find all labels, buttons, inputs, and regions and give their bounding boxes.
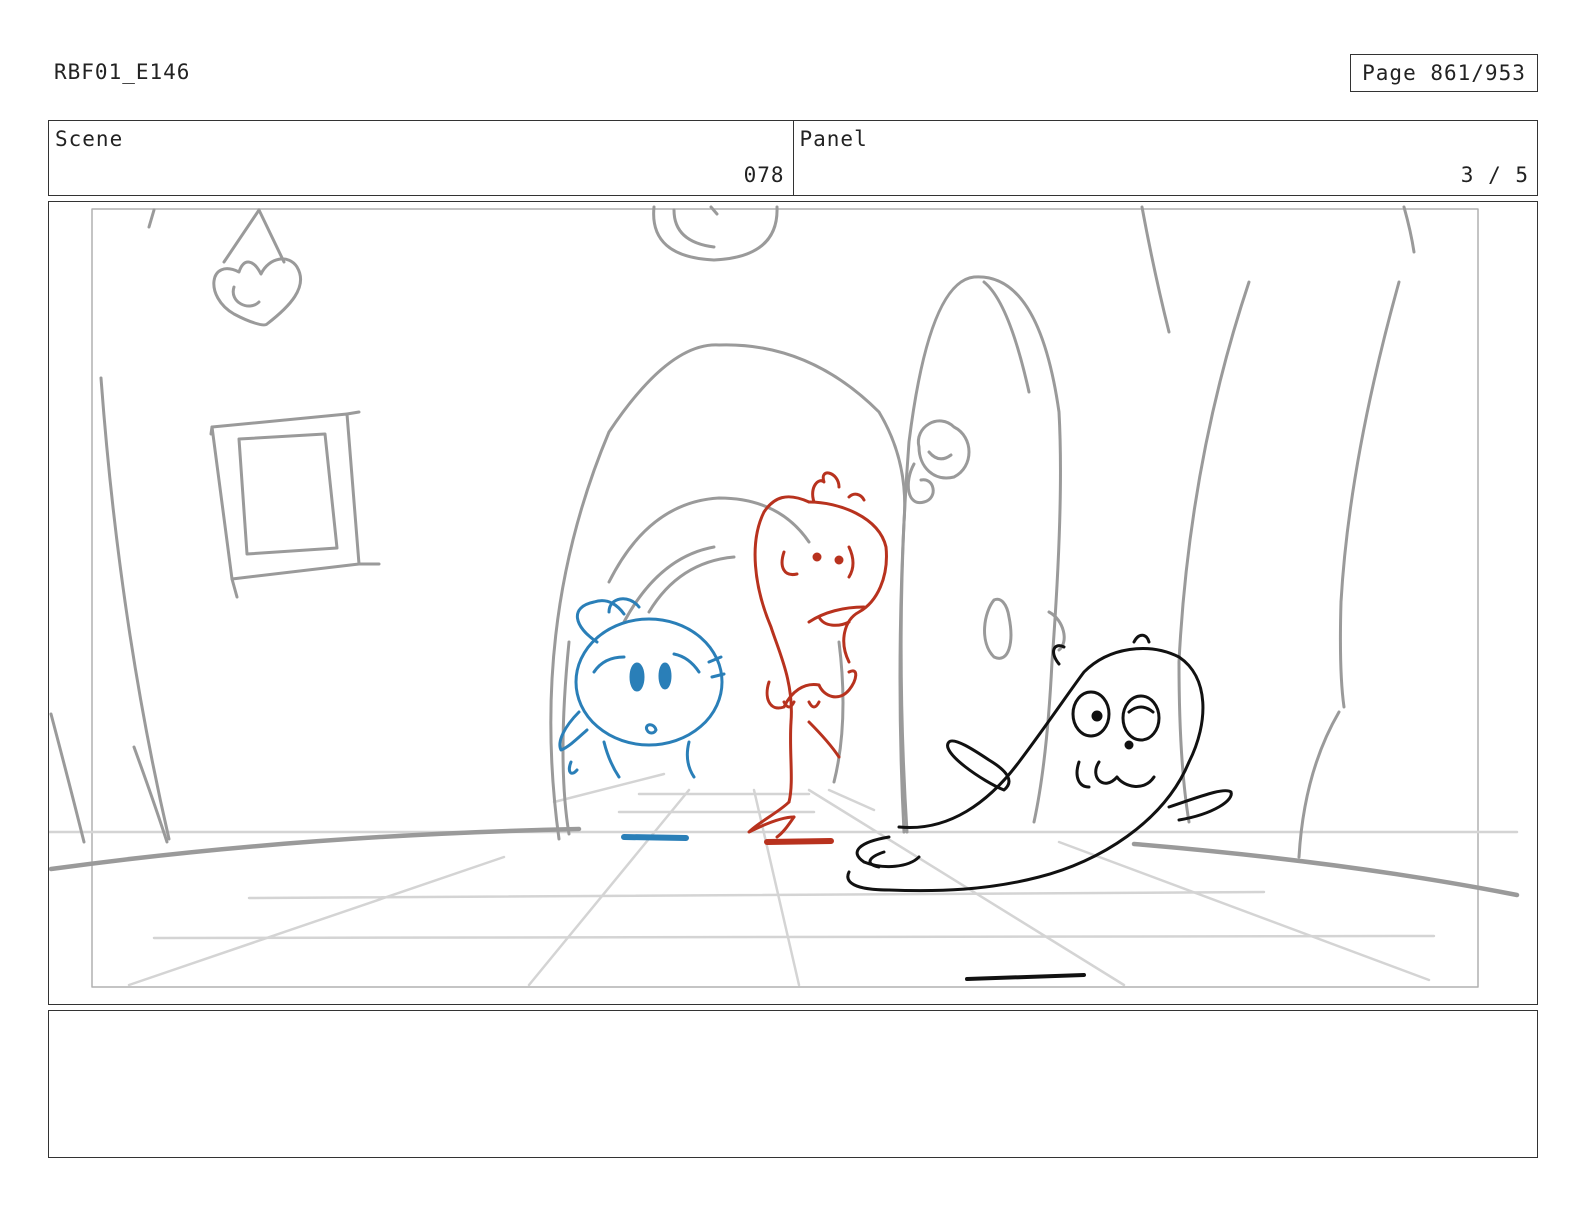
scene-panel-info-row: Scene 078 Panel 3 / 5 xyxy=(48,120,1538,196)
panel-cell: Panel 3 / 5 xyxy=(792,121,1538,195)
scene-label: Scene xyxy=(55,127,124,151)
black-character xyxy=(846,633,1233,893)
panel-label: Panel xyxy=(799,127,868,151)
page-number-box: Page 861/953 xyxy=(1350,54,1538,92)
scene-number: 078 xyxy=(743,163,785,187)
scene-cell: Scene 078 xyxy=(49,121,793,195)
doc-id: RBF01_E146 xyxy=(54,60,191,84)
blue-character xyxy=(558,597,726,779)
storyboard-panel xyxy=(48,201,1538,1005)
storyboard-sketch xyxy=(49,205,1520,988)
safe-area-frame xyxy=(91,208,1479,988)
panel-notes-box xyxy=(48,1010,1538,1158)
panel-number: 3 / 5 xyxy=(1460,163,1529,187)
red-character xyxy=(747,471,888,839)
contact-shadows xyxy=(621,834,1086,981)
